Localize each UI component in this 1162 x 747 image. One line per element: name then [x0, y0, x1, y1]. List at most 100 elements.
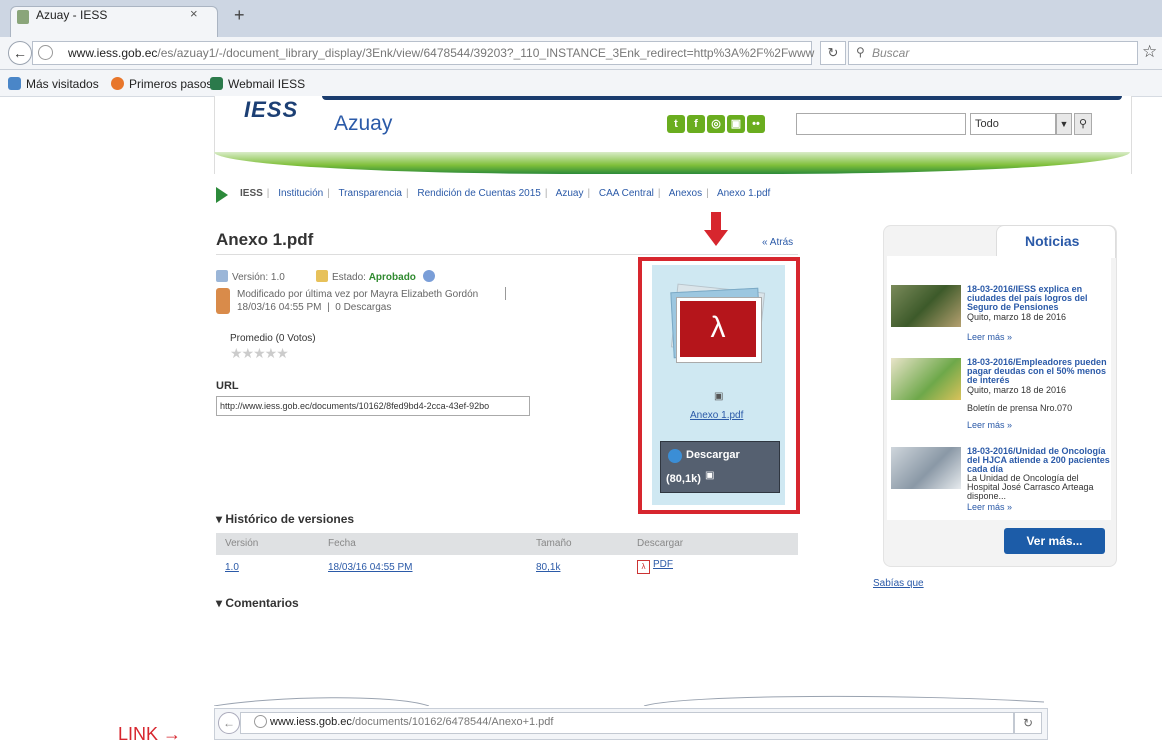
bookmark-mas-visitados[interactable]: Más visitados	[8, 77, 99, 91]
versions-title[interactable]: ▾ Histórico de versiones	[216, 512, 354, 526]
new-window-icon[interactable]: ▣	[714, 391, 723, 402]
status-info: Estado: Aprobado	[316, 270, 439, 283]
user-avatar-icon	[216, 288, 230, 314]
breadcrumb-item[interactable]: CAA Central	[599, 188, 654, 199]
inset-tab-curves	[213, 695, 1045, 707]
divider	[505, 287, 506, 300]
column-header: Tamaño	[536, 538, 572, 549]
download-label: Descargar	[686, 449, 740, 461]
read-more-link[interactable]: Leer más »	[967, 420, 1012, 430]
news-title-link[interactable]: 18-03-2016/Empleadores pueden pagar deud…	[967, 358, 1111, 385]
news-title-link[interactable]: 18-03-2016/IESS explica en ciudades del …	[967, 285, 1111, 312]
modified-date: 18/03/16 04:55 PM | 0 Descargas	[237, 302, 392, 313]
site-search-button[interactable]: ⚲	[1074, 113, 1092, 135]
bookmark-primeros-pasos[interactable]: Primeros pasos	[111, 77, 212, 91]
column-header: Versión	[225, 538, 259, 549]
breadcrumb-item[interactable]: IESS	[240, 188, 263, 199]
breadcrumb: IESS | Institución | Transparencia | Rendic…	[240, 188, 771, 199]
search-scope-select[interactable]: Todo	[970, 113, 1056, 135]
comments-title[interactable]: ▾ Comentarios	[216, 596, 299, 610]
reload-button[interactable]: ↻	[820, 41, 846, 65]
news-title-link[interactable]: 18-03-2016/Unidad de Oncología del HJCA …	[967, 447, 1111, 474]
new-window-icon: ▣	[705, 470, 715, 481]
column-header: Fecha	[328, 538, 356, 549]
help-icon[interactable]	[422, 270, 435, 282]
youtube-icon[interactable]: ▣	[727, 115, 745, 133]
site-search-input[interactable]	[796, 113, 966, 135]
tab-title: Azuay - IESS	[36, 8, 108, 22]
site-logo[interactable]: IESS	[244, 97, 298, 123]
facebook-icon[interactable]: f	[687, 115, 705, 133]
site-name: Azuay	[334, 112, 393, 135]
site-favicon-icon	[17, 10, 29, 24]
pdf-file-icon: λ	[637, 560, 650, 574]
page-title: Anexo 1.pdf	[216, 230, 314, 249]
column-header: Descargar	[637, 538, 684, 549]
breadcrumb-item[interactable]: Anexo 1.pdf	[717, 188, 770, 199]
globe-icon	[254, 715, 267, 728]
divider	[216, 254, 798, 255]
url-field[interactable]: http://www.iess.gob.ec/documents/10162/8…	[216, 396, 530, 416]
tab-close-icon[interactable]: ×	[190, 6, 198, 21]
globe-icon	[668, 449, 682, 463]
version-info: Versión: 1.0	[216, 270, 285, 283]
modified-by: Modificado por última vez por Mayra Eliz…	[237, 289, 479, 300]
globe-icon	[38, 45, 53, 60]
sabias-que-link[interactable]: Sabías que	[873, 578, 924, 589]
versions-table-header	[216, 533, 798, 555]
search-placeholder: Buscar	[872, 46, 910, 60]
download-size: (80,1k)	[666, 473, 701, 485]
news-thumbnail[interactable]	[891, 285, 961, 327]
read-more-link[interactable]: Leer más »	[967, 332, 1012, 342]
breadcrumb-item[interactable]: Institución	[278, 188, 323, 199]
search-icon: ⚲	[856, 45, 865, 59]
news-thumbnail[interactable]	[891, 358, 961, 400]
view-more-button[interactable]: Ver más...	[1004, 528, 1105, 554]
news-thumbnail[interactable]	[891, 447, 961, 489]
file-link[interactable]: Anexo 1.pdf	[690, 410, 743, 421]
document-icon	[216, 270, 228, 282]
status-icon	[316, 270, 328, 282]
annotation-arrow-icon	[711, 212, 721, 232]
link-annotation-label: LINK →	[118, 724, 182, 744]
breadcrumb-arrow-icon	[216, 187, 228, 203]
pdf-icon: λ	[710, 311, 726, 344]
breadcrumb-item[interactable]: Transparencia	[338, 188, 402, 199]
back-link[interactable]: « Atrás	[762, 237, 793, 248]
annotation-arrow-head	[704, 230, 728, 246]
inset-tab-strip	[213, 694, 1045, 707]
back-button[interactable]: ←	[218, 712, 240, 734]
rss-icon[interactable]: ◎	[707, 115, 725, 133]
bookmark-folder-icon	[8, 77, 21, 90]
download-pdf-link[interactable]: PDF	[653, 559, 673, 570]
breadcrumb-item[interactable]: Rendición de Cuentas 2015	[417, 188, 540, 199]
back-button[interactable]: ←	[8, 41, 32, 65]
bookmark-webmail[interactable]: Webmail IESS	[210, 77, 305, 91]
date-cell[interactable]: 18/03/16 04:55 PM	[328, 562, 413, 573]
news-date: Quito, marzo 18 de 2016	[967, 385, 1067, 395]
breadcrumb-item[interactable]: Anexos	[669, 188, 702, 199]
new-tab-button[interactable]: +	[234, 5, 245, 26]
rating-average: Promedio (0 Votos)	[230, 333, 316, 344]
breadcrumb-item[interactable]: Azuay	[556, 188, 584, 199]
url-label: URL	[216, 380, 239, 392]
header-top-line	[322, 96, 1122, 100]
webmail-icon	[210, 77, 223, 90]
address-text[interactable]: www.iess.gob.ec/es/azuay1/-/document_lib…	[68, 46, 814, 60]
news-extra: Boletín de prensa Nro.070	[967, 403, 1073, 413]
news-title: Noticias	[1025, 233, 1080, 249]
news-date: Quito, marzo 18 de 2016	[967, 312, 1067, 322]
rating-stars[interactable]: ★★★★★	[230, 345, 289, 362]
version-cell[interactable]: 1.0	[225, 562, 239, 573]
news-summary: La Unidad de Oncología del Hospital José…	[967, 473, 1094, 501]
read-more-link[interactable]: Leer más »	[967, 502, 1012, 512]
chevron-down-icon[interactable]: ▼	[1056, 113, 1072, 135]
size-cell[interactable]: 80,1k	[536, 562, 560, 573]
flickr-icon[interactable]: ••	[747, 115, 765, 133]
reload-button[interactable]: ↻	[1014, 712, 1042, 734]
bookmark-star-icon[interactable]: ☆	[1142, 42, 1157, 62]
firefox-icon	[111, 77, 124, 90]
inset-address-text[interactable]: www.iess.gob.ec/documents/10162/6478544/…	[270, 716, 553, 728]
status-badge: Aprobado	[368, 272, 416, 283]
twitter-icon[interactable]: t	[667, 115, 685, 133]
